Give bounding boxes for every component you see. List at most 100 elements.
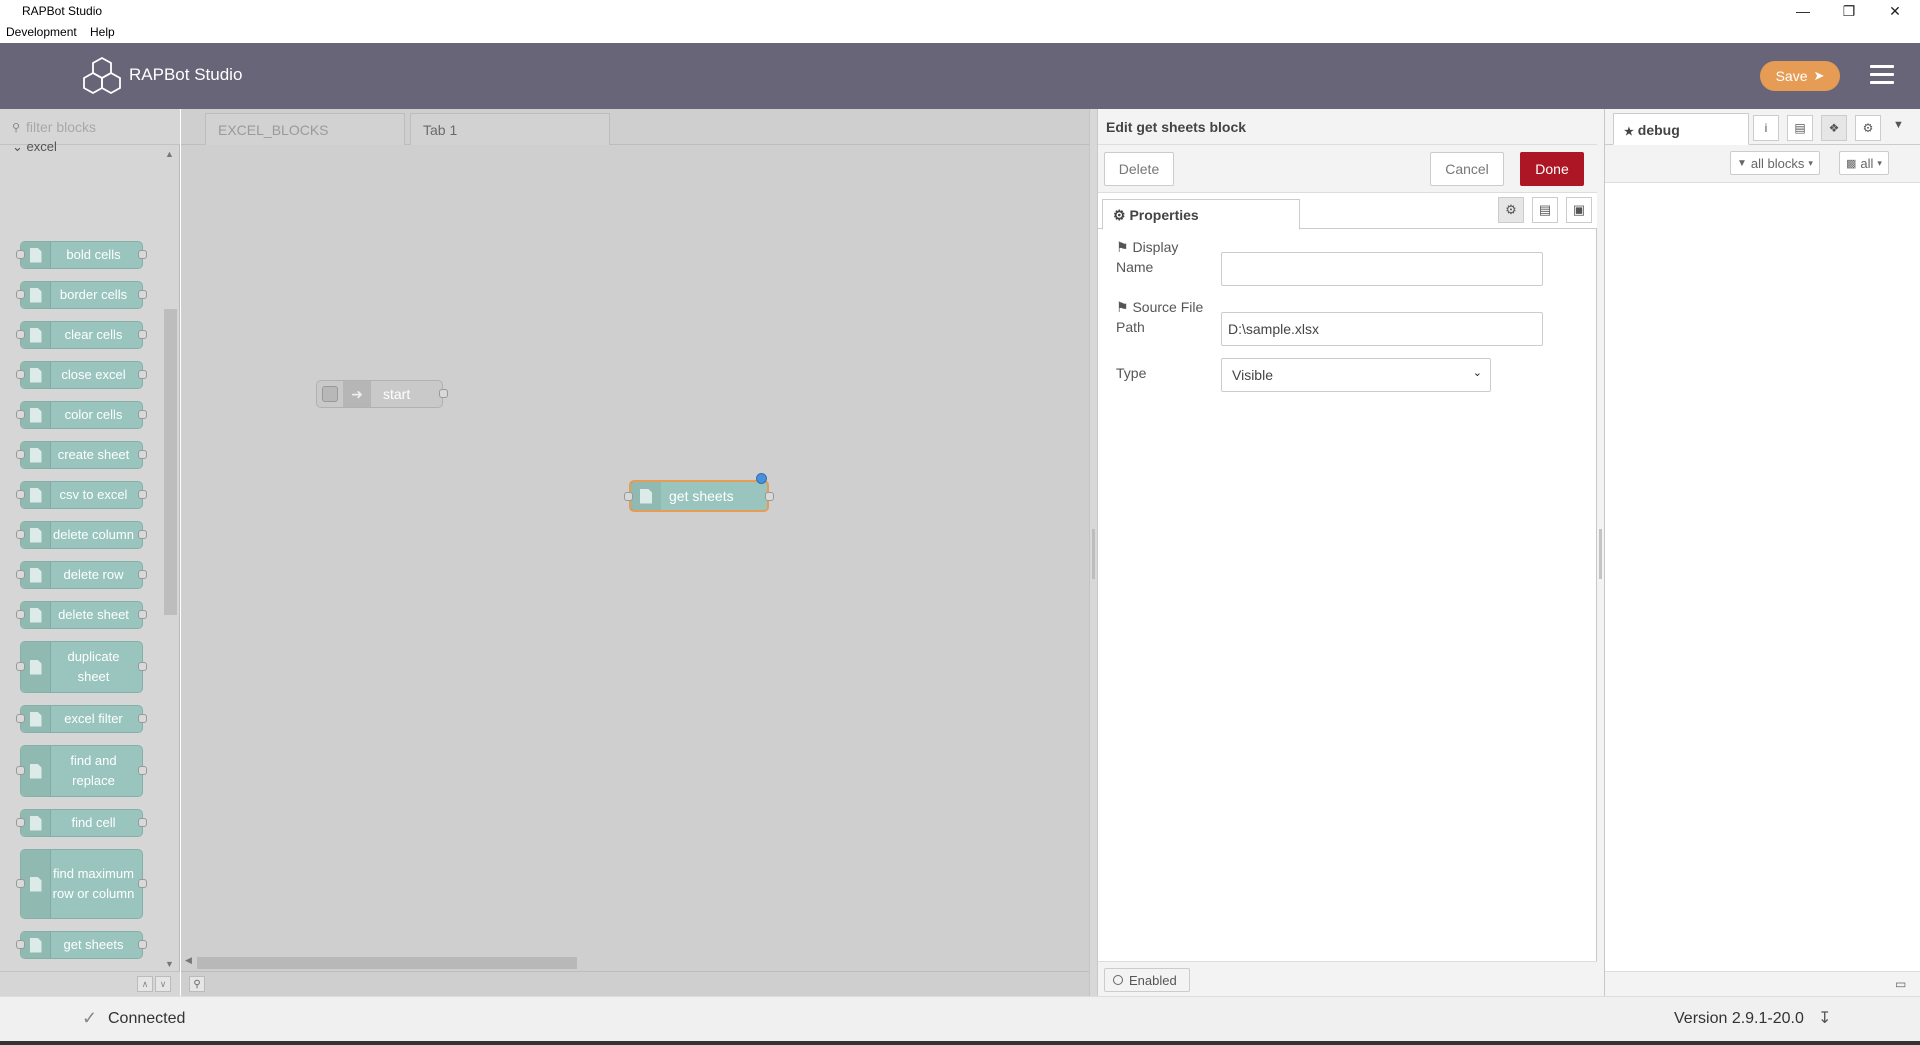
inject-toggle-icon[interactable]: [322, 386, 338, 402]
input-port[interactable]: [624, 492, 633, 501]
palette-block-label: csv to excel: [59, 487, 128, 502]
tab-properties[interactable]: ⚙ Properties: [1102, 199, 1300, 230]
save-button[interactable]: Save ➤: [1760, 61, 1840, 91]
palette-block[interactable]: delete column: [16, 521, 147, 549]
book-icon[interactable]: ▤: [1787, 115, 1813, 141]
input-port: [16, 818, 25, 827]
palette-block[interactable]: csv to excel: [16, 481, 147, 509]
tab-tab-1[interactable]: Tab 1: [410, 113, 610, 145]
flow-workspace: EXCEL_BLOCKS Tab 1 ➜ start get sheets ◀ …: [181, 109, 1089, 996]
trash-icon: ▩: [1846, 157, 1857, 170]
palette-block[interactable]: bold cells: [16, 241, 147, 269]
bottom-border: [0, 1041, 1920, 1045]
enabled-toggle[interactable]: Enabled: [1104, 968, 1190, 992]
minimize-icon[interactable]: —: [1780, 0, 1826, 22]
palette-list: bold cells border cells clear cells close e…: [0, 145, 163, 971]
output-port: [138, 370, 147, 379]
palette-block[interactable]: find maximum row or column: [16, 849, 147, 919]
hamburger-menu-icon[interactable]: [1870, 65, 1894, 87]
output-port: [138, 818, 147, 827]
cancel-button[interactable]: Cancel: [1430, 152, 1504, 186]
settings-gear-icon[interactable]: ⚙: [1498, 197, 1524, 223]
output-port: [138, 610, 147, 619]
palette-block[interactable]: delete sheet: [16, 601, 147, 629]
palette-block-label: find and replace: [70, 753, 117, 788]
sidebar-divider[interactable]: [1597, 109, 1605, 996]
workspace-h-scroll-thumb[interactable]: [197, 957, 577, 969]
palette-block[interactable]: get sheets: [16, 931, 147, 959]
palette-block[interactable]: border cells: [16, 281, 147, 309]
menu-development[interactable]: Development: [6, 25, 77, 39]
menu-help[interactable]: Help: [90, 25, 115, 39]
input-port: [16, 610, 25, 619]
palette-block-label: delete row: [63, 567, 124, 582]
workspace-tabbar: EXCEL_BLOCKS Tab 1: [181, 109, 1089, 145]
gear-icon[interactable]: ⚙: [1855, 115, 1881, 141]
filter-input[interactable]: filter blocks: [26, 119, 96, 135]
resize-grip[interactable]: [1599, 529, 1602, 579]
output-port: [138, 714, 147, 723]
document-icon: [21, 706, 51, 732]
palette-block-label: delete column: [53, 527, 134, 542]
window-title: RAPBot Studio: [22, 4, 103, 18]
input-port: [16, 530, 25, 539]
document-icon: [21, 810, 51, 836]
clear-all-button[interactable]: ▩ all ▾: [1839, 151, 1889, 175]
collapse-all-icon[interactable]: ∧: [137, 976, 153, 992]
palette-block[interactable]: duplicate sheet: [16, 641, 147, 693]
bug-icon: ★: [1624, 126, 1634, 138]
bug-icon[interactable]: ❖: [1821, 115, 1847, 141]
save-label: Save: [1775, 68, 1808, 84]
monitor-icon[interactable]: ▭: [1895, 977, 1906, 991]
output-port[interactable]: [765, 492, 774, 501]
output-port[interactable]: [439, 389, 448, 398]
done-button[interactable]: Done: [1520, 152, 1584, 186]
workspace-divider[interactable]: [1089, 109, 1097, 996]
resize-grip[interactable]: [1092, 529, 1095, 579]
palette-scroll-thumb[interactable]: [164, 309, 177, 615]
flow-canvas[interactable]: ➜ start get sheets: [181, 146, 1089, 964]
restore-icon[interactable]: ❐: [1826, 0, 1872, 22]
scroll-up-icon[interactable]: ▲: [165, 149, 174, 159]
properties-tab-label: Properties: [1129, 207, 1199, 223]
scroll-down-icon[interactable]: ▼: [165, 959, 174, 969]
chevron-down-icon[interactable]: ▼: [1893, 119, 1904, 131]
description-doc-icon[interactable]: ▤: [1532, 197, 1558, 223]
filter-all-blocks-button[interactable]: ▼ all blocks ▾: [1730, 151, 1820, 175]
palette-block[interactable]: find cell: [16, 809, 147, 837]
tab-debug[interactable]: ★ debug: [1613, 113, 1749, 145]
palette-block[interactable]: clear cells: [16, 321, 147, 349]
palette-block[interactable]: create sheet: [16, 441, 147, 469]
source-file-input[interactable]: D:\sample.xlsx: [1221, 312, 1543, 346]
info-icon[interactable]: i: [1753, 115, 1779, 141]
palette-footer: ∧ ∨: [0, 971, 180, 996]
search-icon[interactable]: ⚲: [189, 976, 205, 992]
type-select[interactable]: Visible ⌄: [1221, 358, 1491, 392]
menu-bar: Development Help: [0, 22, 1920, 43]
filter-label: all blocks: [1750, 155, 1805, 171]
palette-block[interactable]: find and replace: [16, 745, 147, 797]
get-sheets-node[interactable]: get sheets: [624, 473, 774, 512]
display-name-label: ⚑ Display Name: [1116, 237, 1216, 277]
palette-block[interactable]: close excel: [16, 361, 147, 389]
start-node[interactable]: ➜ start: [316, 380, 448, 408]
version-label: Version 2.9.1-20.0: [1674, 1010, 1804, 1027]
scroll-left-icon[interactable]: ◀: [185, 955, 192, 966]
appearance-icon[interactable]: ▣: [1566, 197, 1592, 223]
circle-icon: [1113, 975, 1123, 985]
palette-block[interactable]: excel filter: [16, 705, 147, 733]
input-port: [16, 879, 25, 888]
delete-button[interactable]: Delete: [1104, 152, 1174, 186]
tab-excel-blocks[interactable]: EXCEL_BLOCKS: [205, 113, 405, 145]
display-name-input[interactable]: [1221, 252, 1543, 286]
palette-block[interactable]: delete row: [16, 561, 147, 589]
document-icon: [21, 850, 51, 918]
close-icon[interactable]: ✕: [1872, 0, 1918, 22]
download-icon[interactable]: ↧: [1818, 1008, 1831, 1028]
palette-block[interactable]: color cells: [16, 401, 147, 429]
document-icon: [21, 642, 51, 692]
input-port: [16, 570, 25, 579]
expand-all-icon[interactable]: ∨: [155, 976, 171, 992]
palette-block-label: get sheets: [63, 937, 124, 952]
enabled-label: Enabled: [1129, 972, 1177, 988]
